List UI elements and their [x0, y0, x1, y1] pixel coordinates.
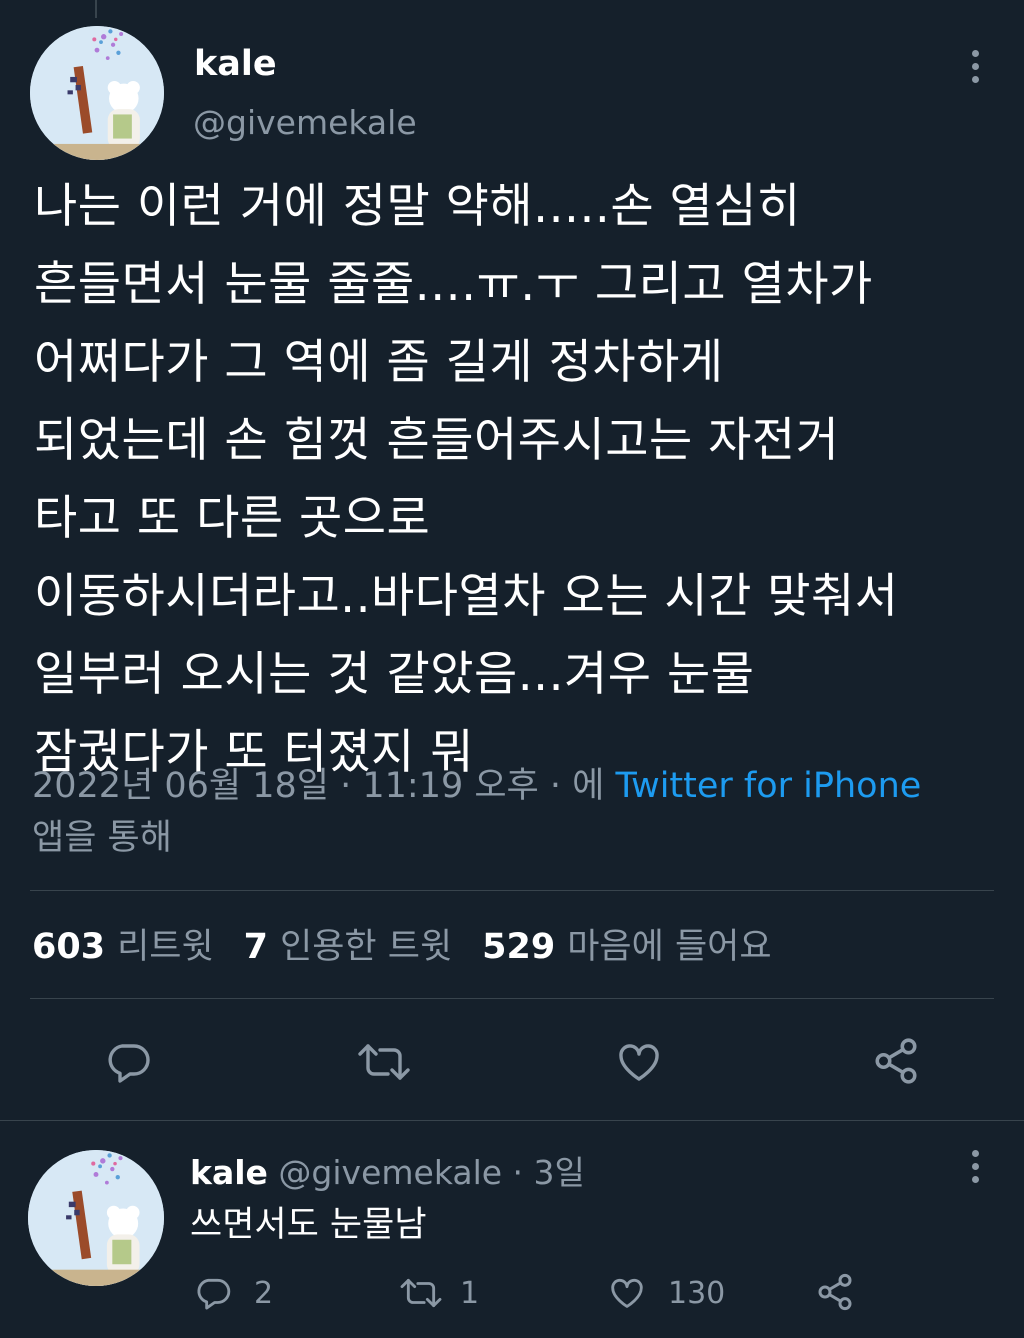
- reply-tweet-text: 쓰면서도 눈물남: [190, 1205, 427, 1245]
- reply-icon[interactable]: [104, 1038, 152, 1086]
- reply-author-name[interactable]: kale: [190, 1153, 268, 1192]
- tweet-stats: 603 리트윗 7 인용한 트윗 529 마음에 들어요: [32, 918, 802, 969]
- retweet-count: 1: [460, 1276, 480, 1311]
- tweet-metadata: 2022년 06월 18일 · 11:19 오후 · 에 Twitter for…: [32, 760, 992, 864]
- like-icon[interactable]: [614, 1038, 664, 1086]
- likes-label: 마음에 들어요: [567, 927, 772, 967]
- retweet-icon[interactable]: [356, 1038, 412, 1086]
- retweets-label: 리트윗: [117, 927, 214, 967]
- more-options-icon[interactable]: [960, 46, 990, 86]
- tweet-detail-page: kale @givemekale 나는 이런 거에 정말 약해.....손 열심…: [0, 0, 1024, 1338]
- retweet-icon[interactable]: [398, 1274, 444, 1312]
- tweet-text-line: 되었는데 손 힘껏 흔들어주시고는 자전거: [34, 413, 840, 468]
- reply-author-handle[interactable]: @givemekale: [278, 1153, 502, 1192]
- retweets-count: 603: [32, 927, 106, 967]
- tweet-via-suffix: 앱을 통해: [32, 818, 172, 858]
- tweet-timestamp[interactable]: 2022년 06월 18일 · 11:19 오후 · 에: [32, 766, 604, 806]
- quotes-count: 7: [243, 927, 269, 967]
- tweet-text-line: 타고 또 다른 곳으로: [34, 491, 431, 546]
- tweet-text-line: 흔들면서 눈물 줄줄....ㅠ.ㅜ 그리고 열차가: [34, 257, 873, 312]
- divider: [0, 1120, 1024, 1121]
- avatar-image: [30, 26, 164, 160]
- avatar[interactable]: [30, 26, 164, 160]
- tweet-text-line: 일부러 오시는 것 같았음...겨우 눈물: [34, 647, 755, 702]
- author-handle[interactable]: @givemekale: [193, 103, 417, 142]
- share-icon[interactable]: [870, 1036, 922, 1086]
- tweet-text-line: 나는 이런 거에 정말 약해.....손 열심히: [34, 179, 801, 234]
- divider: [30, 998, 994, 999]
- tweet-source-link[interactable]: Twitter for iPhone: [615, 766, 921, 806]
- author-name[interactable]: kale: [194, 44, 277, 84]
- more-options-icon[interactable]: [960, 1146, 990, 1186]
- likes-count: 529: [482, 927, 556, 967]
- quotes-stat[interactable]: 7 인용한 트윗: [244, 918, 453, 969]
- reply-time[interactable]: · 3일: [513, 1153, 585, 1192]
- tweet-text-line: 어쩌다가 그 역에 좀 길게 정차하게: [34, 335, 724, 390]
- share-icon[interactable]: [814, 1272, 856, 1312]
- like-icon[interactable]: [606, 1274, 648, 1312]
- reply-count: 2: [254, 1276, 274, 1311]
- thread-connector-line: [95, 0, 97, 18]
- tweet-text-line: 이동하시더라고..바다열차 오는 시간 맞춰서: [34, 569, 899, 624]
- divider: [30, 890, 994, 891]
- reply-icon[interactable]: [194, 1274, 232, 1312]
- like-count: 130: [668, 1276, 726, 1311]
- likes-stat[interactable]: 529 마음에 들어요: [482, 918, 771, 969]
- retweets-stat[interactable]: 603 리트윗: [32, 918, 214, 969]
- reply-header: kale @givemekale · 3일: [190, 1146, 585, 1194]
- avatar-image: [28, 1150, 164, 1286]
- tweet-text: 나는 이런 거에 정말 약해.....손 열심히 흔들면서 눈물 줄줄....ㅠ…: [34, 168, 994, 792]
- avatar[interactable]: [28, 1150, 164, 1286]
- quotes-label: 인용한 트윗: [280, 927, 453, 967]
